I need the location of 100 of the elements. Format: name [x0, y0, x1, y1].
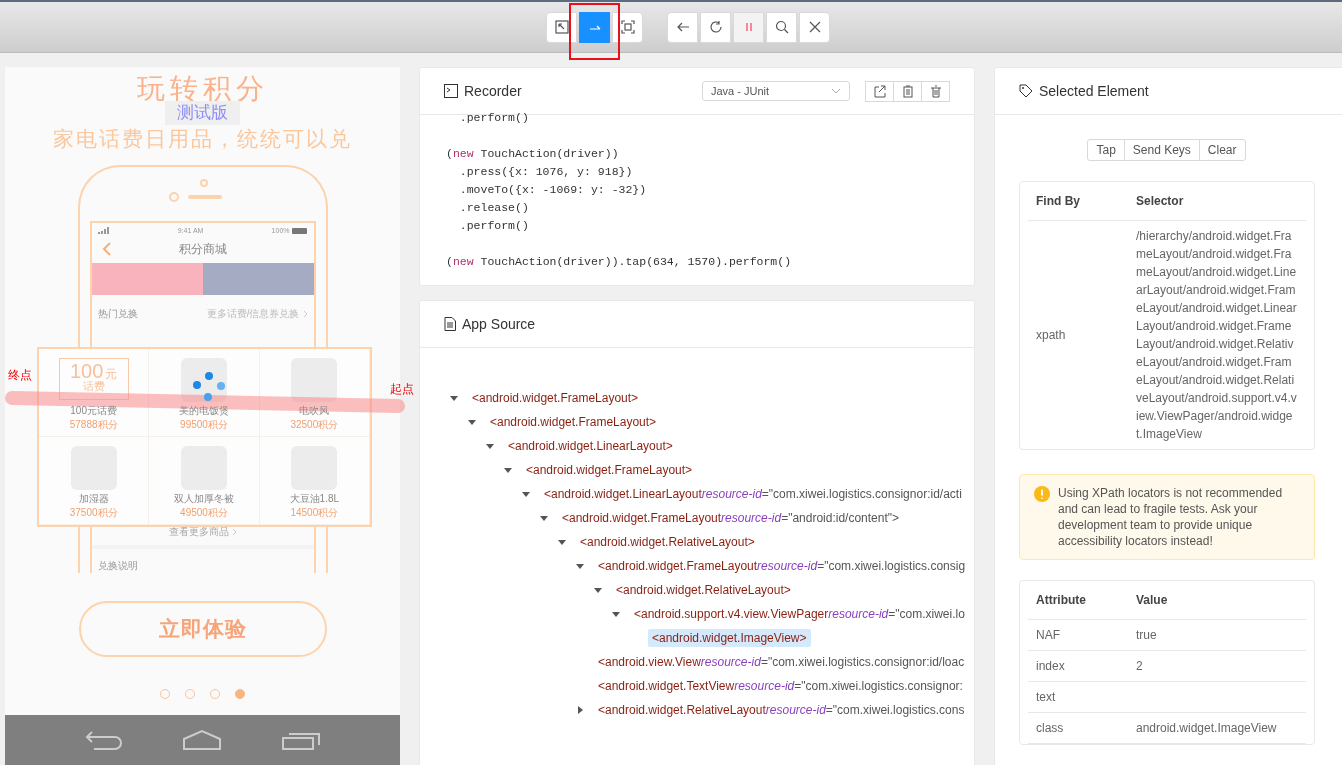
column-header: Value	[1136, 593, 1169, 607]
element-action-button[interactable]: Send Keys	[1123, 139, 1200, 161]
caret-down-icon[interactable]	[450, 394, 458, 402]
trash-icon	[929, 84, 942, 98]
chevron-icon	[231, 528, 237, 536]
refresh-icon	[708, 20, 723, 34]
caret-down-icon[interactable]	[504, 466, 512, 474]
screen-title: 积分商城	[178, 242, 227, 256]
photo-placeholder	[181, 358, 227, 402]
close-icon	[807, 20, 822, 34]
caret-down-icon[interactable]	[540, 514, 548, 522]
product-points: 49500积分	[180, 506, 228, 520]
language-select[interactable]: Java - JUnit	[702, 81, 850, 101]
caret-down-icon[interactable]	[576, 562, 584, 570]
page-dot[interactable]	[235, 689, 245, 699]
pointer-icon	[554, 20, 569, 34]
table-cell-text: 2	[1136, 659, 1144, 673]
tag-icon	[1019, 84, 1033, 98]
caret-down-icon[interactable]	[486, 442, 494, 450]
tree-node[interactable]: <android.widget.RelativeLayout>	[576, 533, 759, 551]
section-title: 热门兑换	[97, 307, 138, 321]
panel-title: Recorder	[464, 83, 522, 99]
tree-node[interactable]: <android.widget.FrameLayout>	[468, 389, 643, 407]
product-points: 32500积分	[290, 418, 339, 432]
caret-down-icon[interactable]	[612, 610, 620, 618]
delete-button[interactable]	[921, 80, 950, 102]
home-icon[interactable]	[182, 729, 223, 751]
frame-icon	[620, 20, 635, 34]
end-point-label: 终点	[8, 367, 32, 384]
panel-title: Selected Element	[1039, 83, 1149, 99]
table-cell-text: NAF	[1036, 628, 1061, 642]
tree-node[interactable]: <android.widget.FrameLayout>	[522, 461, 697, 479]
tree-node[interactable]: <android.widget.TextViewresource-id="com.xiwei.logistics.consignor:	[594, 677, 967, 695]
product-points: 57888积分	[69, 418, 118, 432]
export-icon	[873, 84, 886, 98]
back-icon[interactable]	[84, 729, 125, 751]
product-name: 美的电饭煲	[179, 404, 229, 418]
product-name: 100元话费	[70, 404, 117, 418]
tree-node[interactable]: <android.widget.ImageView>	[648, 629, 811, 647]
promo-headline: 玩转积分	[136, 72, 269, 104]
test-badge: 测试版	[165, 101, 240, 125]
terminal-icon	[444, 84, 458, 98]
column-header: Find By	[1036, 194, 1081, 208]
tree-node[interactable]: <android.widget.FrameLayoutresource-id="android:id/content">	[558, 509, 904, 527]
caret-down-icon[interactable]	[558, 538, 566, 546]
copy-button[interactable]	[893, 80, 922, 102]
warning-text: Using XPath locators is not recommended and can lead to fragile tests. Ask your development team to provide unique accessibility locators instead!	[1058, 485, 1284, 549]
info-title: 兑换说明	[91, 545, 314, 573]
back-arrow-icon	[675, 20, 690, 34]
back-icon[interactable]	[101, 242, 112, 256]
code-line: (new TouchAction(driver)).tap(634, 1570).perform()	[446, 254, 793, 270]
tree-node[interactable]: <android.widget.LinearLayout>	[504, 437, 677, 455]
element-action-button[interactable]: Clear	[1198, 139, 1246, 161]
caret-down-icon[interactable]	[594, 586, 602, 594]
column-header: Selector	[1136, 194, 1185, 208]
tree-node[interactable]: <android.widget.FrameLayoutresource-id="com.xiwei.logistics.consig	[594, 557, 970, 575]
product-name: 大豆油1.8L	[289, 492, 340, 506]
product-points: 99500积分	[180, 418, 228, 432]
tree-node[interactable]: <android.widget.LinearLayoutresource-id="com.xiwei.logistics.consignor:id/acti	[540, 485, 966, 503]
toolbar-button[interactable]	[579, 11, 610, 43]
code-line: .perform()	[458, 218, 530, 234]
product-name: 电吹风	[299, 404, 330, 418]
tree-node[interactable]: <android.view.Viewresource-id="com.xiwei.logistics.consignor:id/loac	[594, 653, 969, 671]
table-cell-text: index	[1036, 659, 1066, 673]
table-cell-text: /hierarchy/android.widget.FrameLayout/android.widget.FrameLayout/android.widget.LinearLayout/android.widget.FrameLayout/android.widget.LinearLayout/android.widget.FrameLayout/android.widget.RelativeLayout/android.widget.FrameLayout/android.widget.RelativeLayout/android.support.v4.view.ViewPager/android.widget.ImageView	[1136, 228, 1298, 443]
code-line: (new TouchAction(driver))	[446, 146, 620, 162]
coupon-drawing: 100 元 话费	[58, 358, 129, 400]
table-cell-text: class	[1036, 721, 1065, 735]
document-icon	[444, 317, 456, 331]
chevron-icon	[302, 310, 308, 318]
signal-icon	[97, 227, 110, 234]
table-cell-text: text	[1036, 690, 1057, 704]
column-header: Attribute	[1036, 593, 1087, 607]
start-point-label: 起点	[390, 381, 414, 398]
search-icon	[774, 20, 789, 34]
photo-placeholder	[291, 358, 338, 402]
tree-node[interactable]: <android.support.v4.view.ViewPagerresource-id="com.xiwei.lo	[630, 605, 969, 623]
caret-down-icon[interactable]	[522, 490, 530, 498]
tree-node[interactable]: <android.widget.RelativeLayoutresource-id="com.xiwei.logistics.cons	[594, 701, 969, 719]
export-button[interactable]	[865, 80, 894, 102]
tree-node[interactable]: <android.widget.FrameLayout>	[486, 413, 661, 431]
panel-title: App Source	[462, 316, 536, 332]
code-line: .release()	[458, 200, 530, 216]
caret-down-icon[interactable]	[468, 418, 476, 426]
table-cell-text: true	[1136, 628, 1158, 642]
warning-icon	[1034, 486, 1050, 502]
code-line: .perform()	[458, 110, 530, 126]
element-action-button[interactable]: Tap	[1087, 139, 1125, 161]
promo-subtitle: 家电话费日用品，统统可以兑	[53, 126, 352, 152]
table-cell-text: xpath	[1036, 328, 1067, 342]
touch-points-drawing	[193, 372, 227, 402]
table-cell-text: android.widget.ImageView	[1136, 721, 1278, 735]
tree-node[interactable]: <android.widget.RelativeLayout>	[612, 581, 795, 599]
document-icon	[901, 84, 914, 98]
product-name: 双人加厚冬被	[174, 492, 234, 506]
caret-right-icon[interactable]	[576, 706, 584, 714]
code-line: .press({x: 1076, y: 918})	[458, 164, 634, 180]
caret-icon	[831, 88, 841, 94]
product-points: 37500积分	[69, 506, 118, 520]
product-name: 加湿器	[78, 492, 109, 506]
